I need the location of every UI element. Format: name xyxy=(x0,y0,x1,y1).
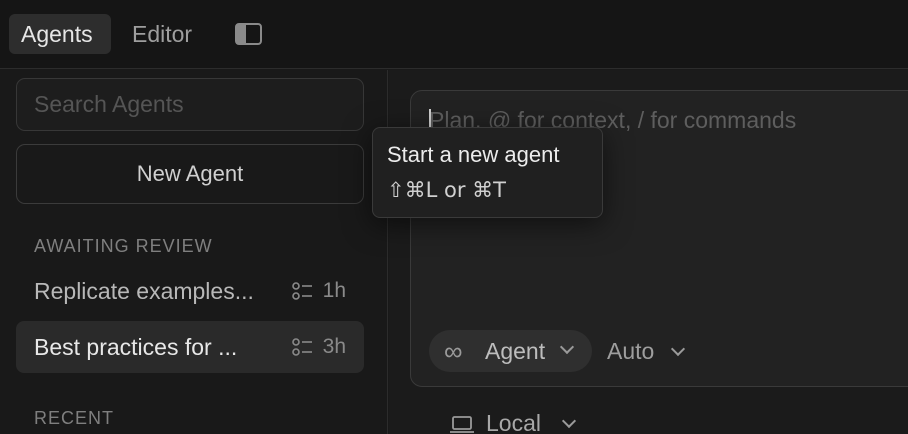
agent-item-age: 1h xyxy=(322,279,346,302)
tooltip-shortcut: ⇧⌘L or ⌘T xyxy=(387,178,506,202)
sidebar-layout-icon-fill xyxy=(237,25,246,43)
top-bar: Agents Editor xyxy=(0,0,908,69)
section-title-awaiting-review: AWAITING REVIEW xyxy=(34,236,213,256)
environment-label: Local xyxy=(486,410,541,434)
app-window: Agents Editor New Agent AWAITING REVIEW … xyxy=(0,0,908,434)
agent-item-selected[interactable]: Best practices for ... 3h xyxy=(16,321,364,373)
search-input[interactable] xyxy=(16,78,364,131)
main-panel: Plan, @ for context, / for commands ∞ Ag… xyxy=(389,70,908,434)
section-title-recent: RECENT xyxy=(34,408,115,428)
new-agent-tooltip: Start a new agent ⇧⌘L or ⌘T xyxy=(372,127,603,218)
agent-item-label: Best practices for ... xyxy=(34,334,238,360)
tab-editor[interactable]: Editor xyxy=(120,14,212,54)
chevron-down-icon xyxy=(559,339,575,355)
tab-agents[interactable]: Agents xyxy=(9,14,111,54)
agent-item[interactable]: Replicate examples... 1h xyxy=(16,265,364,317)
todo-list-icon xyxy=(292,282,312,300)
sidebar-layout-icon[interactable] xyxy=(235,23,262,45)
tooltip-title: Start a new agent xyxy=(387,142,560,167)
agent-item-label: Replicate examples... xyxy=(34,278,254,304)
sidebar: New Agent AWAITING REVIEW Replicate exam… xyxy=(0,70,388,434)
mode-selector-button[interactable]: ∞ Agent xyxy=(429,330,592,372)
laptop-icon xyxy=(450,416,474,433)
chevron-down-icon xyxy=(670,341,686,357)
agent-item-age: 3h xyxy=(322,335,346,358)
mode-selector-label: Agent xyxy=(485,338,546,364)
chevron-down-icon xyxy=(561,413,577,429)
infinity-icon: ∞ xyxy=(444,336,463,366)
todo-list-icon xyxy=(292,338,312,356)
model-selector-label: Auto xyxy=(607,338,655,364)
model-selector-button[interactable]: Auto xyxy=(607,330,654,372)
environment-selector-button[interactable]: Local xyxy=(486,408,541,434)
new-agent-button[interactable]: New Agent xyxy=(16,144,364,204)
